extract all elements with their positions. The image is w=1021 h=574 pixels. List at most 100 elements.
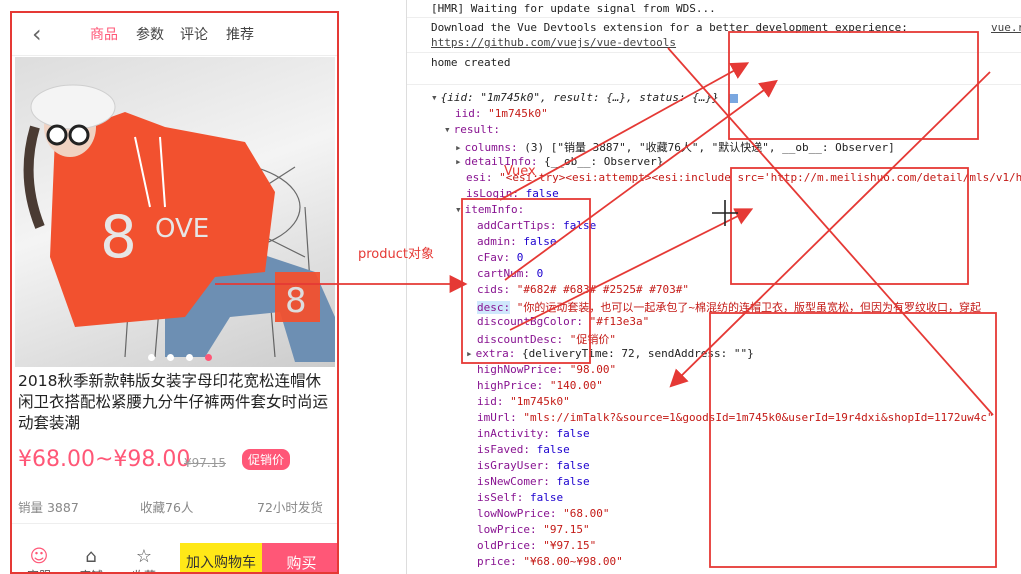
tree-key: esi: bbox=[466, 171, 493, 184]
tab-params[interactable]: 参数 bbox=[136, 24, 164, 44]
tree-columns[interactable]: ▸ columns: (3) ["销量 3887", "收藏76人", "默认快递… bbox=[455, 139, 895, 155]
tab-goods[interactable]: 商品 bbox=[90, 24, 118, 44]
tree-key: isNewComer: bbox=[477, 475, 550, 488]
sales-count: 销量 3887 bbox=[18, 500, 79, 515]
product-title: 2018秋季新款韩版女装字母印花宽松连帽休闲卫衣搭配松紧腰九分牛仔裤两件套女时尚… bbox=[18, 372, 329, 432]
expand-triangle-icon[interactable]: ▾ bbox=[431, 91, 438, 104]
tree-key: iid: bbox=[455, 107, 482, 120]
discount-badge: 促销价 bbox=[242, 449, 291, 470]
iteminfo-field: lowPrice: "97.15" bbox=[477, 523, 590, 536]
tab-comments[interactable]: 评论 bbox=[180, 24, 208, 44]
tree-value: false bbox=[529, 491, 564, 504]
tree-root-value: {iid: "1m745k0", result: {…}, status: {…… bbox=[440, 91, 719, 104]
carousel-dot-active[interactable] bbox=[205, 354, 212, 361]
expand-triangle-icon[interactable]: ▾ bbox=[455, 203, 462, 216]
favorite-button[interactable]: ☆ 收藏 bbox=[126, 547, 162, 573]
collapse-triangle-icon[interactable]: ▸ bbox=[455, 155, 462, 168]
iteminfo-field: oldPrice: "¥97.15" bbox=[477, 539, 596, 552]
product-old-price: ¥97.15 bbox=[184, 456, 226, 470]
carousel-dot[interactable] bbox=[148, 354, 155, 361]
tree-key: addCartTips: bbox=[477, 219, 557, 232]
carousel-dot[interactable] bbox=[186, 354, 193, 361]
tree-value: false bbox=[536, 443, 570, 456]
tree-value: "¥68.00~¥98.00" bbox=[523, 555, 623, 568]
product-price: ¥68.00~¥98.00 bbox=[18, 447, 191, 472]
iteminfo-field: price: "¥68.00~¥98.00" bbox=[477, 555, 623, 568]
tree-key: result: bbox=[453, 123, 500, 136]
tree-key: lowPrice: bbox=[477, 523, 537, 536]
product-stats: 销量 3887 收藏76人 72小时发货 bbox=[12, 493, 337, 524]
tree-key: discountDesc: bbox=[477, 333, 564, 346]
collapse-triangle-icon[interactable]: ▸ bbox=[466, 347, 473, 360]
tree-value: "你的运动套装，也可以一起承包了~棉混纺的连帽卫衣，版型虽宽松，但因为有罗纹收口… bbox=[516, 301, 981, 314]
tree-detailinfo[interactable]: ▸ detailInfo: {__ob__: Observer} bbox=[455, 155, 663, 168]
tree-value: "97.15" bbox=[543, 523, 590, 536]
iteminfo-field: addCartTips: false bbox=[477, 219, 596, 232]
iteminfo-field: isSelf: false bbox=[477, 491, 563, 504]
iteminfo-field: cartNum: 0 bbox=[477, 267, 543, 280]
tree-value: "#f13e3a" bbox=[589, 315, 650, 328]
carousel-dot[interactable] bbox=[167, 354, 174, 361]
tree-value: "68.00" bbox=[563, 507, 610, 520]
service-label: 客服 bbox=[21, 567, 57, 572]
tree-key: iid: bbox=[477, 395, 504, 408]
iteminfo-field: highPrice: "140.00" bbox=[477, 379, 603, 392]
tree-key: admin: bbox=[477, 235, 517, 248]
shop-button[interactable]: ⌂ 店铺 bbox=[73, 546, 109, 573]
tree-key: highNowPrice: bbox=[477, 363, 564, 376]
buy-button[interactable]: 购买 bbox=[262, 543, 337, 572]
back-arrow-icon[interactable]: ‹ bbox=[32, 22, 42, 46]
tree-value: {deliveryTime: 72, sendAddress: ""} bbox=[522, 347, 754, 360]
tree-value: false bbox=[563, 219, 597, 232]
tree-key: isGrayUser: bbox=[477, 459, 550, 472]
expand-triangle-icon[interactable]: ▾ bbox=[444, 123, 451, 136]
iteminfo-field: isNewComer: false bbox=[477, 475, 590, 488]
service-button[interactable]: ☺ 客服 bbox=[21, 546, 57, 573]
tree-key: isFaved: bbox=[477, 443, 530, 456]
tree-value: false bbox=[556, 427, 590, 440]
tree-key: discountBgColor: bbox=[477, 315, 583, 328]
shop-icon: ⌂ bbox=[85, 546, 97, 567]
tree-key: cids: bbox=[477, 283, 511, 296]
product-image-carousel[interactable]: 8 8 OVE bbox=[15, 57, 335, 367]
tree-value: "140.00" bbox=[549, 379, 603, 392]
add-to-cart-button[interactable]: 加入购物车 bbox=[180, 543, 262, 572]
bottom-action-bar: ☺ 客服 ⌂ 店铺 ☆ 收藏 加入购物车 购买 bbox=[12, 543, 337, 573]
tree-value: false bbox=[556, 459, 590, 472]
tree-key: extra: bbox=[475, 347, 516, 360]
tree-value: "#682# #683# #2525# #703#" bbox=[516, 283, 689, 296]
iteminfo-field: highNowPrice: "98.00" bbox=[477, 363, 616, 376]
smile-icon: ☺ bbox=[29, 546, 49, 567]
tree-value: "¥97.15" bbox=[543, 539, 597, 552]
shop-label: 店铺 bbox=[73, 567, 109, 572]
iteminfo-field: discountDesc: "促销价" bbox=[477, 331, 616, 347]
favorites-count: 收藏76人 bbox=[140, 500, 194, 515]
console-divider bbox=[407, 84, 1021, 85]
iteminfo-field[interactable]: ▸ extra: {deliveryTime: 72, sendAddress: … bbox=[466, 347, 754, 360]
carousel-indicator bbox=[148, 346, 224, 365]
tree-key: isLogin: bbox=[466, 187, 519, 200]
iteminfo-field: imUrl: "mls://imTalk?&source=1&goodsId=1… bbox=[477, 411, 994, 424]
tree-value: 0 bbox=[516, 251, 524, 264]
tree-root[interactable]: ▾ {iid: "1m745k0", result: {…}, status: {… bbox=[431, 91, 739, 104]
tab-recommend[interactable]: 推荐 bbox=[226, 24, 254, 44]
tree-key: itemInfo: bbox=[464, 203, 525, 216]
tree-esi: esi: "<esi:try><esi:attempt><esi:include… bbox=[466, 171, 1021, 184]
tree-value: false bbox=[523, 235, 557, 248]
tree-result[interactable]: ▾ result: bbox=[444, 123, 500, 136]
iteminfo-field: desc: "你的运动套装，也可以一起承包了~棉混纺的连帽卫衣，版型虽宽松，但因… bbox=[477, 299, 981, 315]
collapse-triangle-icon[interactable]: ▸ bbox=[455, 141, 462, 154]
detail-navbar: ‹ 商品 参数 评论 推荐 bbox=[12, 13, 337, 56]
shipping-info: 72小时发货 bbox=[257, 500, 323, 515]
svg-text:OVE: OVE bbox=[155, 214, 209, 244]
tree-value: "1m745k0" bbox=[488, 107, 548, 120]
info-icon[interactable] bbox=[729, 93, 739, 103]
vue-devtools-link[interactable]: https://github.com/vuejs/vue-devtools bbox=[431, 36, 676, 49]
tree-value: 0 bbox=[536, 267, 544, 280]
tree-iteminfo[interactable]: ▾ itemInfo: bbox=[455, 203, 524, 216]
svg-text:8: 8 bbox=[285, 281, 307, 321]
tree-value: "<esi:try><esi:attempt><esi:include src=… bbox=[499, 171, 1021, 184]
console-source-link[interactable]: vue.r bbox=[991, 21, 1021, 34]
tree-key: lowNowPrice: bbox=[477, 507, 557, 520]
tree-islogin: isLogin: false bbox=[466, 187, 559, 200]
